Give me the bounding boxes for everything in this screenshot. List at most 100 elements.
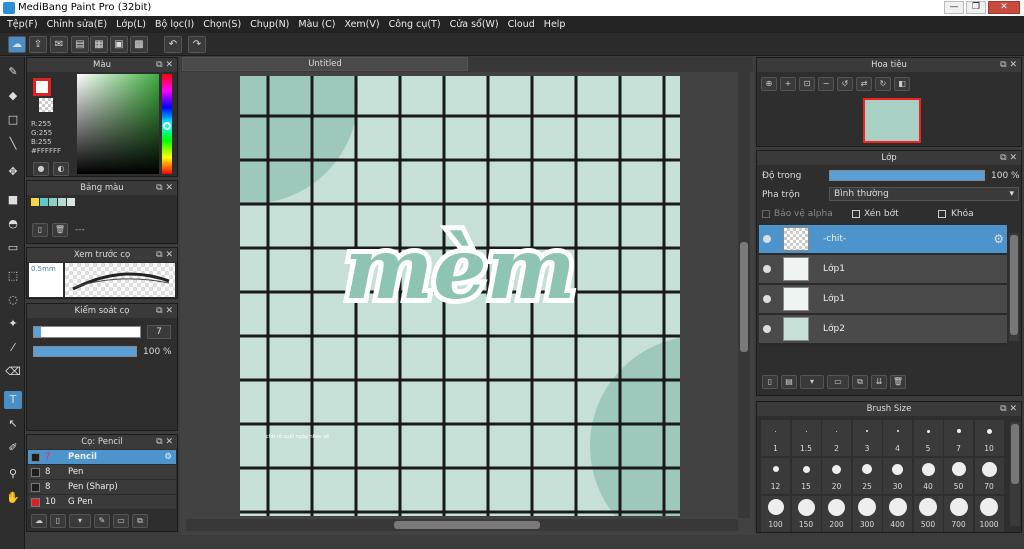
foreground-color-swatch[interactable] bbox=[33, 78, 51, 96]
background-color-swatch[interactable] bbox=[39, 98, 53, 112]
horizontal-scroll-thumb[interactable] bbox=[394, 521, 540, 529]
protect-alpha-checkbox[interactable] bbox=[762, 210, 770, 218]
layer-scrollbar[interactable] bbox=[1009, 233, 1019, 341]
folder-icon[interactable]: ▭ bbox=[113, 514, 129, 528]
brush-size-cell[interactable]: 10 bbox=[974, 420, 1004, 456]
panel-close-icon[interactable]: ⧉ ✕ bbox=[1000, 402, 1017, 416]
brush-size-cell[interactable]: 50 bbox=[944, 458, 973, 494]
brush-size-cell[interactable]: 400 bbox=[883, 496, 912, 532]
navigator-thumbnail[interactable] bbox=[863, 98, 921, 143]
select-eraser-icon[interactable]: ⌫ bbox=[4, 363, 22, 381]
gear-icon[interactable]: ⚙ bbox=[164, 450, 172, 465]
brush-size-cell[interactable]: 150 bbox=[791, 496, 821, 532]
new-layer-icon[interactable]: ▯ bbox=[762, 375, 778, 389]
menu-layer[interactable]: Lớp(L) bbox=[113, 16, 152, 33]
eye-icon[interactable] bbox=[763, 235, 771, 243]
page-setting-icon[interactable]: ▦ bbox=[90, 36, 108, 53]
zoom-in-icon[interactable]: + bbox=[780, 77, 796, 91]
color-swap-icon[interactable]: ◐ bbox=[53, 162, 69, 176]
artwork-canvas[interactable]: mèm chit rồ cuối ngày nhạc về bbox=[240, 76, 680, 516]
bucket-tool-icon[interactable]: ◓ bbox=[4, 215, 22, 233]
panel-close-icon[interactable]: ⧉ ✕ bbox=[1000, 58, 1017, 72]
delete-palette-icon[interactable]: 🗑 bbox=[52, 223, 68, 237]
eye-icon[interactable] bbox=[763, 325, 771, 333]
brush-item[interactable]: 8 Pen (Sharp) bbox=[28, 480, 176, 495]
brush-size-cell[interactable]: 2 bbox=[822, 420, 851, 456]
layer-opacity-slider[interactable] bbox=[829, 170, 985, 181]
brush-size-cell[interactable]: 7 bbox=[944, 420, 973, 456]
add-palette-icon[interactable]: ▯ bbox=[32, 223, 48, 237]
cloud-brush-icon[interactable]: ☁ bbox=[31, 514, 47, 528]
menu-window[interactable]: Cửa sổ(W) bbox=[447, 16, 505, 33]
undo-icon[interactable]: ↶ bbox=[164, 36, 182, 53]
lasso-tool-icon[interactable]: ◌ bbox=[4, 291, 22, 309]
zoom-fit-icon[interactable]: ⊕ bbox=[761, 77, 777, 91]
menu-cloud[interactable]: Cloud bbox=[505, 16, 541, 33]
brush-size-cell[interactable]: 20 bbox=[822, 458, 851, 494]
brush-size-cell[interactable]: 4 bbox=[883, 420, 912, 456]
brush-size-cell[interactable]: 300 bbox=[852, 496, 882, 532]
add-layer-menu-icon[interactable]: ▾ bbox=[800, 375, 824, 389]
brush-size-cell[interactable]: 3 bbox=[852, 420, 882, 456]
brush-size-cell[interactable]: 100 bbox=[761, 496, 790, 532]
panel-close-icon[interactable]: ⧉ ✕ bbox=[1000, 151, 1017, 165]
brush-size-cell[interactable]: 5 bbox=[913, 420, 943, 456]
blend-mode-select[interactable]: Bình thường ▾ bbox=[829, 187, 1019, 201]
fill-rect-tool-icon[interactable]: ■ bbox=[4, 191, 22, 209]
minimize-button[interactable]: — bbox=[944, 1, 964, 14]
menu-color[interactable]: Màu (C) bbox=[295, 16, 341, 33]
grid-icon[interactable]: ▩ bbox=[130, 36, 148, 53]
layer-row[interactable]: -chit- ⚙ bbox=[759, 225, 1007, 254]
rectangle-tool-icon[interactable]: □ bbox=[4, 111, 22, 129]
clipping-checkbox[interactable] bbox=[852, 210, 860, 218]
menu-select[interactable]: Chọn(S) bbox=[200, 16, 247, 33]
rotate-right-icon[interactable]: ↻ bbox=[875, 77, 891, 91]
zoom-out-icon[interactable]: − bbox=[818, 77, 834, 91]
brush-settings-icon[interactable]: ✎ bbox=[94, 514, 110, 528]
panel-close-icon[interactable]: ⧉ ✕ bbox=[156, 435, 173, 449]
merge-layer-icon[interactable]: ⇊ bbox=[871, 375, 887, 389]
panel-close-icon[interactable]: ⧉ ✕ bbox=[156, 248, 173, 262]
operation-tool-icon[interactable]: ↖ bbox=[4, 415, 22, 433]
brush-size-scroll-thumb[interactable] bbox=[1011, 424, 1019, 484]
palette-swatch[interactable] bbox=[67, 198, 75, 206]
new-halftone-layer-icon[interactable]: ▤ bbox=[781, 375, 797, 389]
brush-size-cell[interactable]: 15 bbox=[791, 458, 821, 494]
color-add-icon[interactable]: ● bbox=[33, 162, 49, 176]
reset-view-icon[interactable]: ◧ bbox=[894, 77, 910, 91]
brush-size-cell[interactable]: 1.5 bbox=[791, 420, 821, 456]
palette-swatch[interactable] bbox=[58, 198, 66, 206]
panel-close-icon[interactable]: ⧉ ✕ bbox=[156, 58, 173, 72]
layer-scroll-thumb[interactable] bbox=[1010, 235, 1018, 335]
close-button[interactable]: ✕ bbox=[988, 1, 1020, 14]
brush-tool-icon[interactable]: ✎ bbox=[4, 63, 22, 81]
maximize-button[interactable]: ❐ bbox=[966, 1, 986, 14]
palette-swatch[interactable] bbox=[31, 198, 39, 206]
menu-help[interactable]: Help bbox=[541, 16, 572, 33]
menu-view[interactable]: Xem(V) bbox=[342, 16, 386, 33]
select-pen-icon[interactable]: ⁄ bbox=[4, 339, 22, 357]
new-brush-icon[interactable]: ▯ bbox=[50, 514, 66, 528]
brush-size-cell[interactable]: 1000 bbox=[974, 496, 1004, 532]
duplicate-layer-icon[interactable]: ⧉ bbox=[852, 375, 868, 389]
layer-row[interactable]: Lớp1 bbox=[759, 255, 1007, 284]
panel-close-icon[interactable]: ⧉ ✕ bbox=[156, 181, 173, 195]
brush-size-value[interactable]: 7 bbox=[147, 325, 171, 339]
text-tool-icon[interactable]: T bbox=[4, 391, 22, 409]
share-icon[interactable]: ⇪ bbox=[29, 36, 47, 53]
brush-item[interactable]: 10 G Pen bbox=[28, 495, 176, 510]
brush-item[interactable]: 8 Pen bbox=[28, 465, 176, 480]
vertical-scrollbar[interactable] bbox=[738, 72, 750, 518]
brush-size-cell[interactable]: 200 bbox=[822, 496, 851, 532]
horizontal-scrollbar[interactable] bbox=[186, 519, 738, 531]
palette-swatch[interactable] bbox=[40, 198, 48, 206]
copy-brush-icon[interactable]: ⧉ bbox=[132, 514, 148, 528]
tab-untitled[interactable]: Untitled bbox=[182, 57, 468, 71]
hand-tool-icon[interactable]: ✋ bbox=[4, 489, 22, 507]
hue-handle[interactable] bbox=[163, 122, 171, 130]
folder-icon[interactable]: ▭ bbox=[827, 375, 849, 389]
lock-checkbox[interactable] bbox=[938, 210, 946, 218]
menu-edit[interactable]: Chỉnh sửa(E) bbox=[44, 16, 114, 33]
brush-size-cell[interactable]: 70 bbox=[974, 458, 1004, 494]
rotate-left-icon[interactable]: ↺ bbox=[837, 77, 853, 91]
